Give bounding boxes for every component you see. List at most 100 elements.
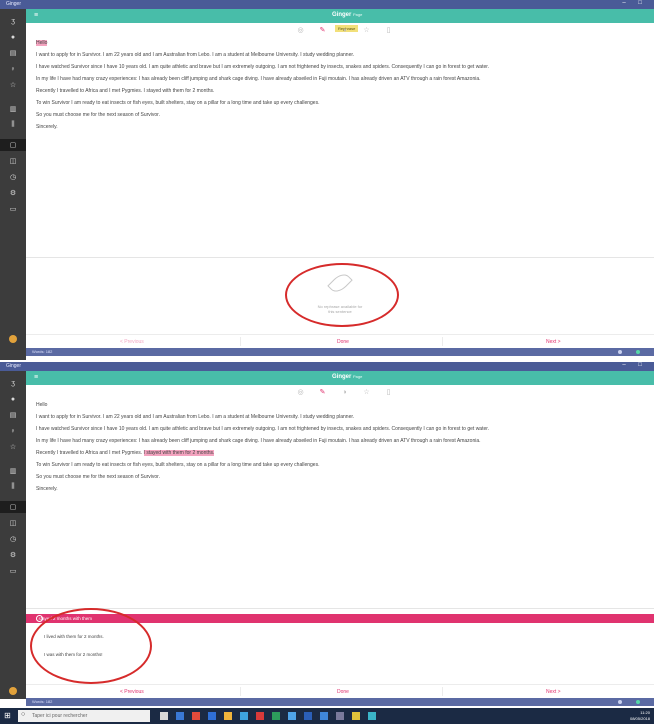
- app-header: ≡ Ginger Page: [26, 371, 654, 385]
- ginger-taskbar-icon[interactable]: [368, 712, 376, 720]
- app-icon[interactable]: [240, 712, 248, 720]
- document-text[interactable]: Hello I want to apply for in Survivor. I…: [36, 402, 650, 498]
- synonym-tool-icon[interactable]: ◑: [340, 26, 349, 35]
- synonym-tool-icon[interactable]: ◑: [340, 388, 349, 397]
- status-dot-icon: [618, 350, 622, 354]
- star-icon[interactable]: ☆: [9, 443, 17, 451]
- grammar-icon[interactable]: ʒ: [9, 379, 17, 387]
- rephrase-tool-icon[interactable]: ✎: [318, 26, 327, 35]
- book-icon[interactable]: ◫: [9, 157, 17, 165]
- navigation-bar: < Previous Done Next >: [26, 684, 654, 698]
- explorer-icon[interactable]: [224, 712, 232, 720]
- favorite-tool-icon[interactable]: ☆: [362, 26, 371, 35]
- app-icon[interactable]: [192, 712, 200, 720]
- task-view-icon[interactable]: [160, 712, 168, 720]
- document-icon[interactable]: ▤: [9, 411, 17, 419]
- paragraph: Sincerely.: [36, 486, 58, 492]
- ginger-logo-icon[interactable]: [9, 335, 17, 343]
- app-icon[interactable]: [272, 712, 280, 720]
- previous-button[interactable]: < Previous: [120, 339, 144, 345]
- taskbar-search-box[interactable]: ○ Taper ici pour rechercher: [18, 710, 150, 722]
- star-icon[interactable]: ☆: [9, 81, 17, 89]
- paragraph: To win Survivor I am ready to eat insect…: [36, 100, 320, 106]
- chat-icon[interactable]: ▢: [9, 503, 17, 511]
- bulb-icon[interactable]: ♀: [9, 427, 17, 435]
- dictionary-icon[interactable]: ▥: [9, 105, 17, 113]
- bulb-icon[interactable]: ♀: [9, 65, 17, 73]
- paragraph: I have watched Survivor since I have 10 …: [36, 426, 490, 432]
- app-icon[interactable]: [304, 712, 312, 720]
- annotation-circle: [285, 263, 399, 327]
- paragraph: Hello: [36, 40, 650, 47]
- hamburger-menu-icon[interactable]: ≡: [34, 12, 38, 19]
- books-icon[interactable]: ⫼: [9, 483, 17, 491]
- ginger-window-with-suggestions: Ginger – □ ʒ ● ▤ ♀ ☆ ▥ ⫼ ▢ ◫ ◷ ⚙ ▭ ≡ Gin…: [0, 362, 654, 708]
- maximize-button[interactable]: □: [634, 0, 646, 6]
- rephrase-tool-icon[interactable]: ✎: [318, 388, 327, 397]
- dictionary-icon[interactable]: ▥: [9, 467, 17, 475]
- document-text[interactable]: Hello I want to apply for in Survivor. I…: [36, 40, 650, 136]
- paragraph: Recently I travelled to Africa and I met…: [36, 450, 215, 456]
- search-icon: ○: [21, 711, 26, 718]
- next-button[interactable]: Next >: [546, 339, 561, 345]
- copy-tool-icon[interactable]: ▯: [384, 388, 393, 397]
- settings-icon[interactable]: ⚙: [9, 189, 17, 197]
- screen-icon[interactable]: ▭: [9, 205, 17, 213]
- books-icon[interactable]: ⫼: [9, 121, 17, 129]
- sidebar: ʒ ● ▤ ♀ ☆ ▥ ⫼ ▢ ◫ ◷ ⚙ ▭: [0, 9, 26, 360]
- app-icon[interactable]: [288, 712, 296, 720]
- settings-icon[interactable]: ⚙: [9, 551, 17, 559]
- app-icon[interactable]: [336, 712, 344, 720]
- status-bar: Words: 182: [26, 348, 654, 356]
- windows-taskbar: ⊞ ○ Taper ici pour rechercher 11:20 08/0…: [0, 708, 654, 724]
- paragraph: I have watched Survivor since I have 10 …: [36, 64, 490, 70]
- paragraph: So you must choose me for the next seaso…: [36, 474, 160, 480]
- clock-icon[interactable]: ◷: [9, 535, 17, 543]
- clock-icon[interactable]: ◷: [9, 173, 17, 181]
- previous-button[interactable]: < Previous: [120, 689, 144, 695]
- grammar-tool-icon[interactable]: ◎: [296, 388, 305, 397]
- done-button[interactable]: Done: [337, 339, 349, 345]
- book-icon[interactable]: ◫: [9, 519, 17, 527]
- chat-icon[interactable]: ▢: [9, 141, 17, 149]
- paragraph: Sincerely.: [36, 124, 58, 130]
- panel-divider: [26, 257, 654, 258]
- favorite-tool-icon[interactable]: ☆: [362, 388, 371, 397]
- status-dot-icon: [636, 350, 640, 354]
- system-tray-clock[interactable]: 11:20 08/05/2018: [630, 710, 650, 722]
- document-icon[interactable]: ▤: [9, 49, 17, 57]
- paragraph: Hello: [36, 402, 48, 408]
- minimize-button[interactable]: –: [618, 0, 630, 6]
- app-icon[interactable]: [320, 712, 328, 720]
- hamburger-menu-icon[interactable]: ≡: [34, 374, 38, 381]
- ginger-logo-icon[interactable]: [9, 687, 17, 695]
- windows-start-icon[interactable]: ⊞: [4, 711, 14, 721]
- close-icon[interactable]: [36, 615, 43, 622]
- app-icon[interactable]: [256, 712, 264, 720]
- nav-separator: [240, 687, 241, 696]
- next-button[interactable]: Next >: [546, 689, 561, 695]
- panel-divider: [26, 608, 654, 609]
- done-button[interactable]: Done: [337, 689, 349, 695]
- copy-tool-icon[interactable]: ▯: [384, 26, 393, 35]
- edge-icon[interactable]: [176, 712, 184, 720]
- word-icon[interactable]: [208, 712, 216, 720]
- screen-icon[interactable]: ▭: [9, 567, 17, 575]
- highlighted-sentence[interactable]: I stayed with them for 2 months.: [143, 450, 215, 456]
- grammar-icon[interactable]: ʒ: [9, 17, 17, 25]
- status-dot-icon: [618, 700, 622, 704]
- circle-icon[interactable]: ●: [9, 33, 17, 41]
- grammar-tool-icon[interactable]: ◎: [296, 26, 305, 35]
- highlighted-sentence[interactable]: Hello: [36, 40, 48, 46]
- maximize-button[interactable]: □: [634, 362, 646, 368]
- minimize-button[interactable]: –: [618, 362, 630, 368]
- app-logo: Ginger Page: [332, 374, 363, 380]
- app-icon[interactable]: [352, 712, 360, 720]
- status-bar: Words: 182: [26, 698, 654, 706]
- paragraph: In my life I have had many crazy experie…: [36, 76, 481, 82]
- search-placeholder: Taper ici pour rechercher: [32, 713, 88, 719]
- window-title: Ginger: [6, 363, 22, 369]
- toolbar: ◎ ✎ Rephrase ◑ ☆ ▯: [26, 23, 654, 38]
- paragraph: Recently I travelled to Africa and I met…: [36, 88, 215, 94]
- circle-icon[interactable]: ●: [9, 395, 17, 403]
